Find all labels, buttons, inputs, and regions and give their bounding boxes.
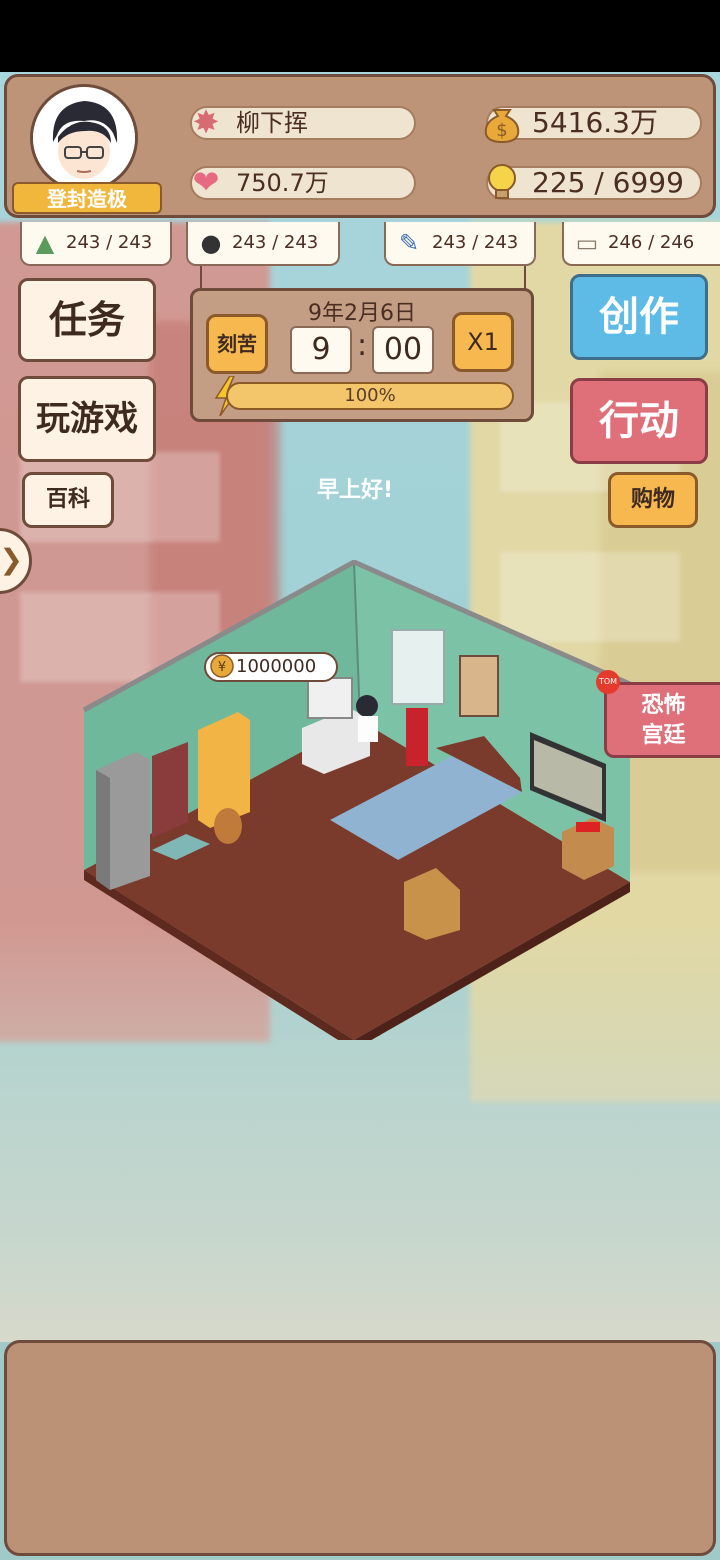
svg-text:¥: ¥ (218, 660, 226, 675)
create-button[interactable]: 创作 (570, 274, 708, 360)
skill-tab-book[interactable]: ▭ 246 / 246 (562, 222, 720, 266)
rank-title-ribbon: 登封造极 (12, 182, 162, 214)
money-bag-icon: $ (480, 100, 524, 144)
chevron-right-icon: ❯ (0, 543, 23, 576)
hearts-icon: ❤ (192, 163, 220, 201)
skill-value: 243 / 243 (66, 232, 153, 253)
greeting-text: 早上好! (316, 478, 394, 503)
skill-tab-brush[interactable]: ✎ 243 / 243 (384, 222, 536, 266)
play-game-button[interactable]: 玩游戏 (18, 376, 156, 462)
skill-tab-mountain[interactable]: ▲ 243 / 243 (20, 222, 172, 266)
lightbulb-icon (480, 160, 524, 204)
tasks-button[interactable]: 任务 (18, 278, 156, 362)
svg-text:$: $ (496, 120, 507, 141)
speed-button[interactable]: X1 (452, 312, 514, 372)
encyclopedia-button[interactable]: 百科 (22, 472, 114, 528)
avatar[interactable] (30, 84, 138, 192)
player-name: 柳下挥 (236, 109, 308, 137)
hour-display: 9 (290, 326, 352, 374)
skill-tab-hat[interactable]: ● 243 / 243 (186, 222, 340, 266)
ad-label-line2: 宫廷 (641, 723, 686, 748)
skill-value: 243 / 243 (232, 232, 319, 253)
energy-value: 100% (344, 385, 396, 406)
fans-value: 750.7万 (236, 169, 329, 197)
money-pill: $ 5416.3万 (484, 106, 702, 144)
inspiration-value: 225 / 6999 (532, 166, 684, 199)
action-button[interactable]: 行动 (570, 378, 708, 464)
energy-bar: 100% (226, 382, 514, 410)
brush-icon: ✎ (398, 229, 420, 257)
bedroom-scene[interactable] (80, 560, 640, 1040)
ad-label-line1: 恐怖 (641, 693, 686, 718)
player-name-pill: ✸ 柳下挥 (190, 103, 416, 141)
hat-icon: ● (200, 229, 222, 257)
money-bubble[interactable]: ¥ 1000000 (204, 652, 338, 682)
mountain-icon: ▲ (35, 229, 55, 257)
status-bar (0, 0, 720, 72)
skill-value: 246 / 246 (608, 232, 695, 253)
money-value: 5416.3万 (532, 106, 658, 139)
bottom-message-panel (4, 1340, 716, 1556)
skill-value: 243 / 243 (432, 232, 519, 253)
money-bubble-value: 1000000 (236, 656, 317, 677)
book-icon: ▭ (575, 229, 599, 257)
tom-badge-icon: TOM (596, 670, 620, 694)
horror-palace-ad-button[interactable]: 恐怖 宫廷 (604, 682, 720, 758)
shop-button[interactable]: 购物 (608, 472, 698, 528)
money-bag-icon: ¥ (208, 652, 236, 680)
work-mode-button[interactable]: 刻苦 (206, 314, 268, 374)
star-badge-icon: ✸ (192, 103, 220, 141)
fans-pill: ❤ 750.7万 (190, 163, 416, 201)
inspiration-pill: 225 / 6999 (486, 164, 702, 200)
time-separator: : (356, 328, 368, 363)
minute-display: 00 (372, 326, 434, 374)
